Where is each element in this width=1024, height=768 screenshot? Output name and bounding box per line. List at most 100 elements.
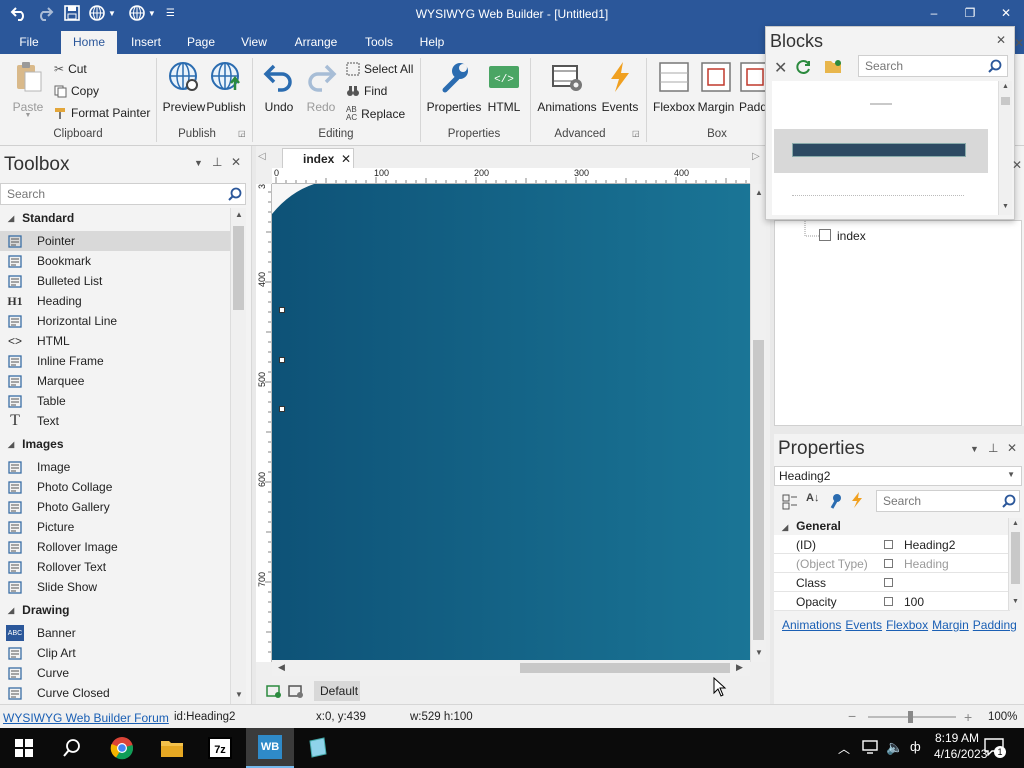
search-icon[interactable]: [48, 728, 96, 768]
search-icon[interactable]: [988, 59, 1002, 73]
toolbox-item[interactable]: Curve Closed: [0, 683, 230, 703]
close-icon[interactable]: ✕: [1007, 441, 1017, 455]
toolbox-item[interactable]: H1 Heading: [0, 291, 230, 311]
blocks-search-input[interactable]: Search: [858, 55, 1008, 77]
toolbox-category[interactable]: ◢ Drawing: [0, 600, 230, 620]
sort-az-icon[interactable]: A↓: [806, 492, 819, 504]
add-page-icon[interactable]: [266, 683, 282, 699]
properties-search-input[interactable]: Search: [876, 490, 1020, 512]
select-all-button[interactable]: Select All: [346, 62, 413, 76]
toolbox-item[interactable]: Picture: [0, 517, 230, 537]
blocks-scrollbar[interactable]: ▲ ▼: [998, 81, 1012, 215]
object-selector[interactable]: Heading2 ▼: [774, 466, 1022, 486]
tab-scroll-right-icon[interactable]: ▷: [752, 151, 760, 162]
animations-link[interactable]: Animations: [782, 618, 841, 632]
clock[interactable]: 8:19 AM 4/16/2023: [934, 731, 987, 761]
scroll-up-icon[interactable]: ▲: [1012, 520, 1019, 527]
scroll-left-icon[interactable]: ◀: [278, 662, 285, 673]
wysiwyg-web-builder-icon[interactable]: WB: [246, 728, 294, 768]
margin-button[interactable]: Margin: [696, 60, 736, 114]
block-item[interactable]: [774, 129, 988, 173]
scroll-down-icon[interactable]: ▼: [755, 648, 763, 657]
flexbox-button[interactable]: Flexbox: [652, 60, 696, 114]
scroll-down-icon[interactable]: ▼: [1002, 203, 1009, 210]
properties-scrollbar[interactable]: ▲ ▼: [1008, 518, 1022, 610]
toolbox-scrollbar[interactable]: ▲ ▼: [230, 208, 246, 704]
publish-button[interactable]: Publish: [204, 60, 248, 114]
tab-insert[interactable]: Insert: [126, 31, 166, 54]
search-icon[interactable]: [228, 187, 242, 201]
animations-button[interactable]: Animations: [536, 60, 598, 114]
block-item[interactable]: [772, 85, 998, 123]
toolbox-item[interactable]: Bookmark: [0, 251, 230, 271]
file-explorer-icon[interactable]: [148, 728, 196, 768]
scroll-up-icon[interactable]: ▲: [1002, 83, 1009, 90]
dialog-launcher-icon[interactable]: ◲: [632, 129, 640, 138]
notifications-button[interactable]: 1: [984, 738, 1006, 758]
tab-help[interactable]: Help: [414, 31, 450, 54]
close-icon[interactable]: ✕: [231, 155, 241, 169]
close-tab-icon[interactable]: ✕: [341, 152, 351, 166]
property-reset-icon[interactable]: [884, 578, 893, 587]
restore-button[interactable]: ❐: [960, 4, 980, 22]
padding-link[interactable]: Padding: [973, 618, 1017, 632]
scrollbar-thumb[interactable]: [233, 226, 244, 310]
notepad-icon[interactable]: [294, 728, 342, 768]
wrench-icon[interactable]: [828, 493, 842, 509]
redo-button[interactable]: Redo: [302, 60, 340, 114]
close-icon[interactable]: ✕: [1014, 36, 1024, 50]
scrollbar-thumb[interactable]: [520, 663, 730, 673]
tab-file[interactable]: File: [10, 31, 48, 54]
property-row[interactable]: (ID) Heading2: [774, 535, 1010, 554]
close-icon[interactable]: ✕: [1012, 158, 1022, 172]
refresh-icon[interactable]: [796, 59, 812, 75]
property-value[interactable]: Heading2: [904, 538, 955, 552]
7zip-icon[interactable]: 7z: [196, 728, 244, 768]
copy-button[interactable]: Copy: [54, 84, 99, 98]
zoom-slider-thumb[interactable]: [908, 711, 913, 723]
close-icon[interactable]: ✕: [996, 33, 1006, 47]
property-value[interactable]: Heading: [904, 557, 949, 571]
toolbox-search-input[interactable]: Search: [0, 183, 246, 205]
events-button[interactable]: Events: [600, 60, 640, 114]
toolbox-item[interactable]: Photo Collage: [0, 477, 230, 497]
property-reset-icon[interactable]: [884, 540, 893, 549]
resize-handle[interactable]: [279, 406, 285, 412]
section-general[interactable]: ◢ General: [774, 516, 1010, 536]
toolbox-item[interactable]: ABC Banner: [0, 623, 230, 643]
folder-icon[interactable]: [824, 58, 842, 74]
undo-button[interactable]: Undo: [260, 60, 298, 114]
zoom-in-button[interactable]: +: [964, 709, 972, 725]
margin-link[interactable]: Margin: [932, 618, 969, 632]
chevron-down-icon[interactable]: ▼: [970, 444, 979, 454]
chevron-down-icon[interactable]: ▼: [194, 158, 203, 168]
search-icon[interactable]: [1002, 494, 1016, 508]
property-reset-icon[interactable]: [884, 559, 893, 568]
editor-vertical-scrollbar[interactable]: ▲ ▼: [750, 184, 766, 662]
paste-button[interactable]: Paste ▼: [8, 60, 48, 119]
tab-home[interactable]: Home: [61, 31, 117, 54]
windows-start-icon[interactable]: [0, 728, 48, 768]
pin-icon[interactable]: ⊥: [988, 441, 998, 455]
scroll-down-icon[interactable]: ▼: [1012, 598, 1019, 605]
padding-button[interactable]: Padd: [738, 60, 768, 114]
flexbox-link[interactable]: Flexbox: [886, 618, 928, 632]
heading2-object[interactable]: [272, 184, 750, 662]
toolbox-item[interactable]: Table: [0, 391, 230, 411]
dialog-launcher-icon[interactable]: ◲: [238, 129, 246, 138]
toolbox-item[interactable]: Horizontal Line: [0, 311, 230, 331]
tab-arrange[interactable]: Arrange: [290, 31, 342, 54]
page-settings-icon[interactable]: [288, 683, 304, 699]
toolbox-item[interactable]: <> HTML: [0, 331, 230, 351]
tab-index[interactable]: index ✕: [282, 148, 354, 168]
toolbox-item[interactable]: Rollover Text: [0, 557, 230, 577]
property-row[interactable]: Opacity 100: [774, 592, 1010, 611]
toolbox-category[interactable]: ◢ Standard: [0, 208, 230, 228]
tab-view[interactable]: View: [236, 31, 272, 54]
toolbox-item[interactable]: Bulleted List: [0, 271, 230, 291]
scroll-up-icon[interactable]: ▲: [235, 210, 243, 219]
property-row[interactable]: Class: [774, 573, 1010, 592]
ime-icon[interactable]: ф: [910, 739, 921, 754]
replace-button[interactable]: AB AC Replace: [346, 106, 405, 122]
scrollbar-thumb[interactable]: [753, 340, 764, 640]
